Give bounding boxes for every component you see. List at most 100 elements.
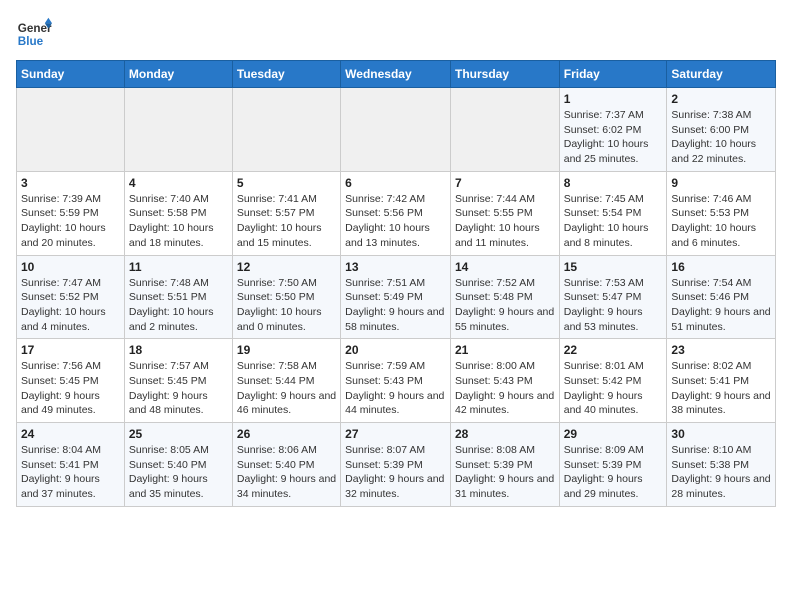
day-number: 6 [345, 176, 446, 190]
day-number: 8 [564, 176, 663, 190]
day-number: 12 [237, 260, 336, 274]
day-number: 24 [21, 427, 120, 441]
week-row-1: 1 Sunrise: 7:37 AM Sunset: 6:02 PM Daylig… [17, 88, 776, 172]
day-info: Sunrise: 7:39 AM Sunset: 5:59 PM Dayligh… [21, 192, 120, 251]
week-row-2: 3 Sunrise: 7:39 AM Sunset: 5:59 PM Daylig… [17, 171, 776, 255]
day-info: Sunrise: 8:05 AM Sunset: 5:40 PM Dayligh… [129, 443, 228, 502]
week-row-4: 17 Sunrise: 7:56 AM Sunset: 5:45 PM Dayli… [17, 339, 776, 423]
weekday-friday: Friday [559, 61, 667, 88]
calendar-cell: 7 Sunrise: 7:44 AM Sunset: 5:55 PM Daylig… [450, 171, 559, 255]
day-number: 29 [564, 427, 663, 441]
day-info: Sunrise: 7:42 AM Sunset: 5:56 PM Dayligh… [345, 192, 446, 251]
day-info: Sunrise: 7:46 AM Sunset: 5:53 PM Dayligh… [671, 192, 771, 251]
day-info: Sunrise: 8:09 AM Sunset: 5:39 PM Dayligh… [564, 443, 663, 502]
weekday-sunday: Sunday [17, 61, 125, 88]
calendar-cell: 16 Sunrise: 7:54 AM Sunset: 5:46 PM Dayli… [667, 255, 776, 339]
day-info: Sunrise: 7:54 AM Sunset: 5:46 PM Dayligh… [671, 276, 771, 335]
svg-text:Blue: Blue [18, 35, 44, 48]
day-info: Sunrise: 7:48 AM Sunset: 5:51 PM Dayligh… [129, 276, 228, 335]
calendar-cell: 14 Sunrise: 7:52 AM Sunset: 5:48 PM Dayli… [450, 255, 559, 339]
weekday-monday: Monday [124, 61, 232, 88]
weekday-header-row: SundayMondayTuesdayWednesdayThursdayFrid… [17, 61, 776, 88]
day-number: 16 [671, 260, 771, 274]
calendar-cell [232, 88, 340, 172]
day-info: Sunrise: 8:07 AM Sunset: 5:39 PM Dayligh… [345, 443, 446, 502]
day-number: 27 [345, 427, 446, 441]
day-number: 9 [671, 176, 771, 190]
calendar-cell: 24Sunrise: 8:04 AM Sunset: 5:41 PM Dayli… [17, 423, 125, 507]
day-info: Sunrise: 7:57 AM Sunset: 5:45 PM Dayligh… [129, 359, 228, 418]
day-number: 11 [129, 260, 228, 274]
calendar-cell: 4 Sunrise: 7:40 AM Sunset: 5:58 PM Daylig… [124, 171, 232, 255]
day-info: Sunrise: 7:45 AM Sunset: 5:54 PM Dayligh… [564, 192, 663, 251]
calendar-cell: 29 Sunrise: 8:09 AM Sunset: 5:39 PM Dayli… [559, 423, 667, 507]
day-number: 4 [129, 176, 228, 190]
day-number: 19 [237, 343, 336, 357]
day-info: Sunrise: 8:10 AM Sunset: 5:38 PM Dayligh… [671, 443, 771, 502]
calendar-cell: 30 Sunrise: 8:10 AM Sunset: 5:38 PM Dayli… [667, 423, 776, 507]
calendar-cell: 13Sunrise: 7:51 AM Sunset: 5:49 PM Dayli… [341, 255, 451, 339]
calendar-cell [450, 88, 559, 172]
day-number: 30 [671, 427, 771, 441]
calendar-body: 1 Sunrise: 7:37 AM Sunset: 6:02 PM Daylig… [17, 88, 776, 507]
week-row-5: 24Sunrise: 8:04 AM Sunset: 5:41 PM Dayli… [17, 423, 776, 507]
page-header: General Blue [16, 16, 776, 52]
calendar-cell: 1 Sunrise: 7:37 AM Sunset: 6:02 PM Daylig… [559, 88, 667, 172]
day-number: 14 [455, 260, 555, 274]
calendar-cell: 20Sunrise: 7:59 AM Sunset: 5:43 PM Dayli… [341, 339, 451, 423]
day-info: Sunrise: 7:58 AM Sunset: 5:44 PM Dayligh… [237, 359, 336, 418]
day-info: Sunrise: 7:53 AM Sunset: 5:47 PM Dayligh… [564, 276, 663, 335]
day-number: 25 [129, 427, 228, 441]
calendar-cell: 25 Sunrise: 8:05 AM Sunset: 5:40 PM Dayli… [124, 423, 232, 507]
day-info: Sunrise: 7:44 AM Sunset: 5:55 PM Dayligh… [455, 192, 555, 251]
day-number: 5 [237, 176, 336, 190]
day-number: 1 [564, 92, 663, 106]
calendar-cell: 6 Sunrise: 7:42 AM Sunset: 5:56 PM Daylig… [341, 171, 451, 255]
calendar-cell: 27 Sunrise: 8:07 AM Sunset: 5:39 PM Dayli… [341, 423, 451, 507]
day-info: Sunrise: 8:01 AM Sunset: 5:42 PM Dayligh… [564, 359, 663, 418]
day-number: 15 [564, 260, 663, 274]
day-number: 22 [564, 343, 663, 357]
calendar-cell: 23Sunrise: 8:02 AM Sunset: 5:41 PM Dayli… [667, 339, 776, 423]
day-number: 17 [21, 343, 120, 357]
logo: General Blue [16, 16, 52, 52]
weekday-wednesday: Wednesday [341, 61, 451, 88]
day-info: Sunrise: 7:47 AM Sunset: 5:52 PM Dayligh… [21, 276, 120, 335]
day-number: 28 [455, 427, 555, 441]
day-info: Sunrise: 8:06 AM Sunset: 5:40 PM Dayligh… [237, 443, 336, 502]
weekday-saturday: Saturday [667, 61, 776, 88]
day-number: 7 [455, 176, 555, 190]
day-number: 26 [237, 427, 336, 441]
calendar-cell [124, 88, 232, 172]
weekday-tuesday: Tuesday [232, 61, 340, 88]
day-number: 21 [455, 343, 555, 357]
day-info: Sunrise: 7:59 AM Sunset: 5:43 PM Dayligh… [345, 359, 446, 418]
calendar-cell [341, 88, 451, 172]
week-row-3: 10 Sunrise: 7:47 AM Sunset: 5:52 PM Dayli… [17, 255, 776, 339]
day-number: 18 [129, 343, 228, 357]
calendar-cell: 12 Sunrise: 7:50 AM Sunset: 5:50 PM Dayli… [232, 255, 340, 339]
calendar-cell: 21Sunrise: 8:00 AM Sunset: 5:43 PM Dayli… [450, 339, 559, 423]
calendar-cell: 10 Sunrise: 7:47 AM Sunset: 5:52 PM Dayli… [17, 255, 125, 339]
calendar-header: SundayMondayTuesdayWednesdayThursdayFrid… [17, 61, 776, 88]
calendar-cell: 15 Sunrise: 7:53 AM Sunset: 5:47 PM Dayli… [559, 255, 667, 339]
day-info: Sunrise: 7:52 AM Sunset: 5:48 PM Dayligh… [455, 276, 555, 335]
day-info: Sunrise: 7:56 AM Sunset: 5:45 PM Dayligh… [21, 359, 120, 418]
day-info: Sunrise: 8:08 AM Sunset: 5:39 PM Dayligh… [455, 443, 555, 502]
calendar-cell: 22 Sunrise: 8:01 AM Sunset: 5:42 PM Dayli… [559, 339, 667, 423]
day-number: 3 [21, 176, 120, 190]
calendar-cell: 26 Sunrise: 8:06 AM Sunset: 5:40 PM Dayli… [232, 423, 340, 507]
calendar-cell: 17 Sunrise: 7:56 AM Sunset: 5:45 PM Dayli… [17, 339, 125, 423]
day-number: 2 [671, 92, 771, 106]
day-info: Sunrise: 7:50 AM Sunset: 5:50 PM Dayligh… [237, 276, 336, 335]
calendar-cell: 8 Sunrise: 7:45 AM Sunset: 5:54 PM Daylig… [559, 171, 667, 255]
day-info: Sunrise: 7:41 AM Sunset: 5:57 PM Dayligh… [237, 192, 336, 251]
weekday-thursday: Thursday [450, 61, 559, 88]
day-info: Sunrise: 7:51 AM Sunset: 5:49 PM Dayligh… [345, 276, 446, 335]
day-info: Sunrise: 7:37 AM Sunset: 6:02 PM Dayligh… [564, 108, 663, 167]
day-info: Sunrise: 7:38 AM Sunset: 6:00 PM Dayligh… [671, 108, 771, 167]
calendar-cell: 18 Sunrise: 7:57 AM Sunset: 5:45 PM Dayli… [124, 339, 232, 423]
day-info: Sunrise: 7:40 AM Sunset: 5:58 PM Dayligh… [129, 192, 228, 251]
logo-icon: General Blue [16, 16, 52, 52]
day-number: 10 [21, 260, 120, 274]
